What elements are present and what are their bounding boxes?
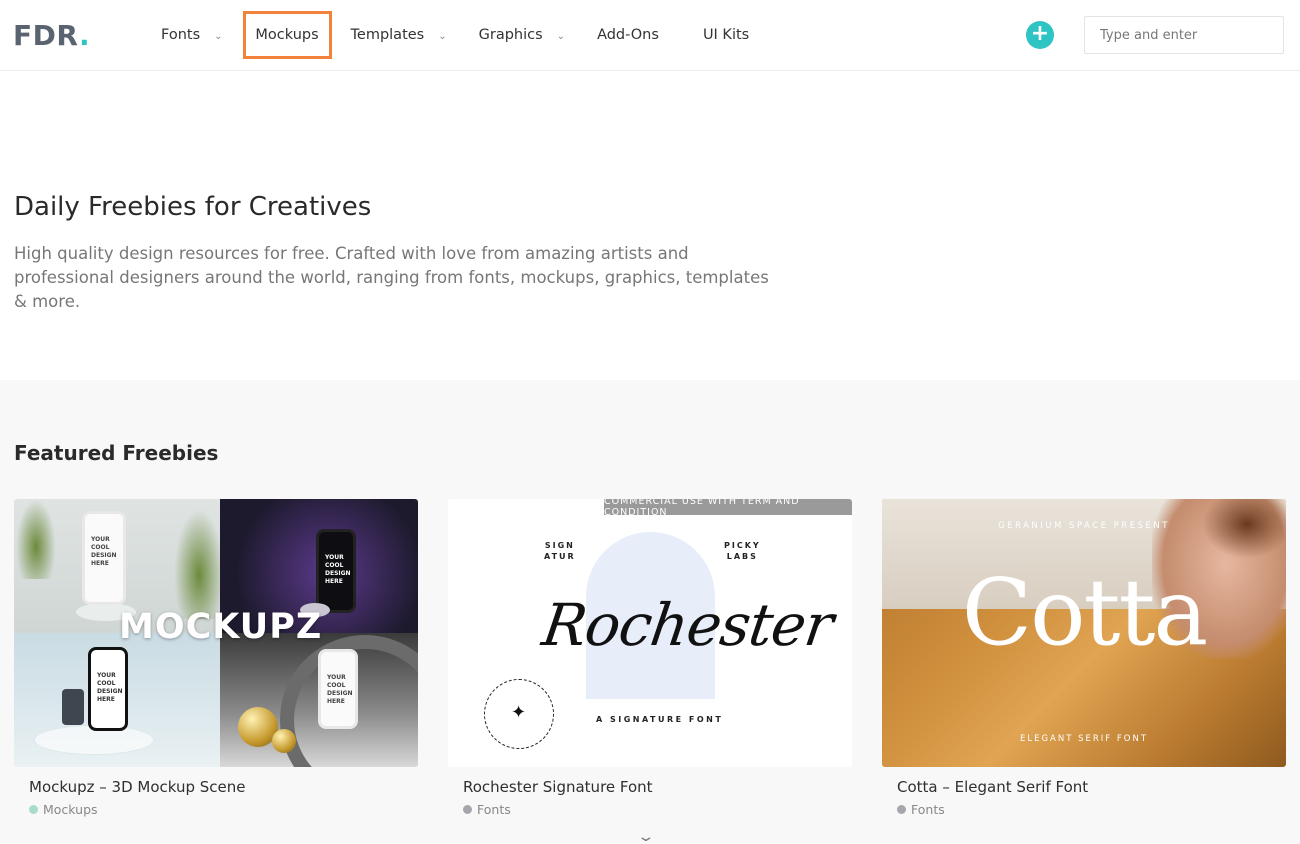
image-small-text-right: PICKY LABS [724,541,761,561]
card-category[interactable]: Fonts [448,802,852,817]
plant-decoration [16,499,56,579]
chevron-down-icon: ⌄ [556,30,566,42]
nav-item-label: Fonts [161,27,201,43]
add-button[interactable]: + [1026,21,1054,49]
nav-item-label: Graphics [478,27,543,43]
image-word: Cotta [961,559,1209,666]
nav-item-ui-kits[interactable]: UI Kits [690,11,762,59]
category-dot [463,805,472,814]
freebie-card-mockupz: YOUR COOL DESIGN HERE YOUR COOL DESIGN H… [14,499,418,817]
chevron-down-icon[interactable]: ⌄ [636,829,655,844]
phone-screen-text: YOUR COOL DESIGN HERE [327,674,353,705]
phone-mockup: YOUR COOL DESIGN HERE [82,511,126,605]
freebie-card-cotta: GERANIUM SPACE PRESENT Cotta ELEGANT SER… [882,499,1286,817]
image-tagline: A SIGNATURE FONT [596,715,724,724]
section-title: Featured Freebies [14,441,219,465]
page-description: High quality design resources for free. … [14,244,769,311]
category-label: Fonts [477,802,511,817]
logo-dot: . [78,19,91,52]
plant-decoration [174,509,224,619]
nav-item-label: Add-Ons [597,27,659,43]
category-dot [897,805,906,814]
nav-item-mockups[interactable]: Mockups [242,11,332,59]
logo-text: FDR [13,19,79,52]
image-quadrant: YOUR COOL DESIGN HERE [14,633,220,767]
chevron-down-icon: ⌄ [214,30,223,42]
card-title[interactable]: Cotta – Elegant Serif Font [882,778,1286,796]
phone-mockup: YOUR COOL DESIGN HERE [88,647,128,731]
gold-sphere [272,729,296,753]
nav-item-label: Mockups [255,27,319,43]
nav-item-fonts[interactable]: Fonts ⌄ [148,11,236,59]
nav-item-add-ons[interactable]: Add-Ons [584,11,672,59]
sparkle-icon: ✦ [511,702,527,723]
phone-screen-text: YOUR COOL DESIGN HERE [325,554,351,585]
image-small-text-left: SIGN ATUR [544,541,576,561]
phone-screen-text: YOUR COOL DESIGN HERE [91,536,117,567]
chevron-down-icon: ⌄ [438,30,447,42]
phone-mockup: YOUR COOL DESIGN HERE [316,529,356,613]
card-thumbnail[interactable]: GERANIUM SPACE PRESENT Cotta ELEGANT SER… [882,499,1286,767]
nav-item-graphics[interactable]: Graphics ⌄ [466,11,578,59]
category-label: Mockups [43,802,98,817]
phone-screen-text: YOUR COOL DESIGN HERE [97,672,123,703]
logo[interactable]: FDR. [13,19,90,53]
freebie-card-rochester: COMMERCIAL USE WITH TERM AND CONDITION S… [448,499,852,817]
image-script-word: Rochester [538,591,837,659]
card-title[interactable]: Mockupz – 3D Mockup Scene [14,778,418,796]
card-thumbnail[interactable]: YOUR COOL DESIGN HERE YOUR COOL DESIGN H… [14,499,418,767]
card-category[interactable]: Mockups [14,802,418,817]
main-nav: Fonts ⌄ Mockups Templates ⌄ Graphics ⌄ A… [148,0,762,70]
circular-badge: ✦ [484,679,554,749]
card-thumbnail[interactable]: COMMERCIAL USE WITH TERM AND CONDITION S… [448,499,852,767]
plus-icon: + [1030,21,1050,46]
search-input[interactable] [1084,16,1284,54]
card-title[interactable]: Rochester Signature Font [448,778,852,796]
license-banner: COMMERCIAL USE WITH TERM AND CONDITION [604,499,852,518]
nav-item-label: Templates [350,27,425,43]
site-header: FDR. Fonts ⌄ Mockups Templates ⌄ Graphic… [0,0,1300,71]
image-subtitle: ELEGANT SERIF FONT [1019,734,1149,744]
nav-item-label: UI Kits [702,27,750,43]
category-label: Fonts [911,802,945,817]
nav-item-templates[interactable]: Templates ⌄ [338,11,460,59]
speaker-object [62,689,84,725]
page-title: Daily Freebies for Creatives [14,192,372,222]
phone-mockup: YOUR COOL DESIGN HERE [318,649,358,729]
image-quadrant: YOUR COOL DESIGN HERE [220,633,418,767]
category-dot [29,805,38,814]
image-headline: MOCKUPZ [119,607,323,647]
image-pretitle: GERANIUM SPACE PRESENT [998,521,1170,531]
card-category[interactable]: Fonts [882,802,1286,817]
featured-section: Featured Freebies YOUR COOL DESIGN HERE … [0,380,1300,844]
